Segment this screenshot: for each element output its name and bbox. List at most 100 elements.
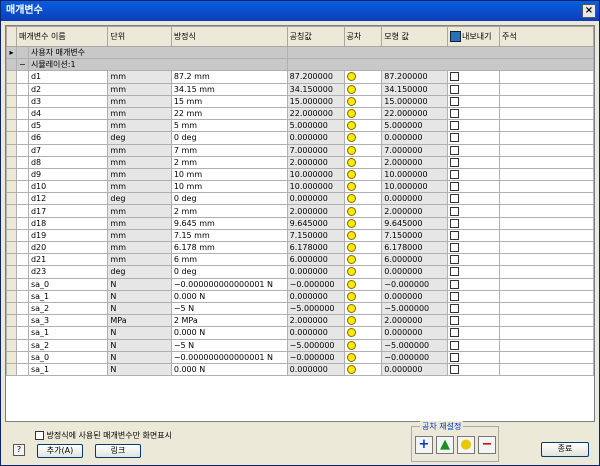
param-tolerance[interactable] [343, 326, 383, 340]
row-selector[interactable] [6, 143, 17, 157]
median-tolerance-icon[interactable]: ▲ [436, 436, 454, 454]
table-row[interactable]: d8 mm 2 mm 2.000000 2.000000 [6, 155, 594, 169]
param-tolerance[interactable] [343, 314, 383, 328]
param-name[interactable]: d3 [27, 94, 109, 108]
table-row[interactable]: d23 deg 0 deg 0.000000 0.000000 [6, 265, 594, 279]
row-selector[interactable] [6, 131, 17, 145]
param-equation[interactable]: 15 mm [170, 94, 288, 108]
param-comment[interactable] [498, 204, 594, 218]
param-name[interactable]: sa_1 [27, 362, 109, 377]
row-selector[interactable] [6, 301, 17, 316]
table-row[interactable]: d5 mm 5 mm 5.000000 5.000000 [6, 119, 594, 133]
param-export[interactable] [447, 119, 500, 133]
tolerance-indicator-icon[interactable] [346, 157, 356, 167]
export-checkbox[interactable] [450, 267, 460, 277]
param-comment[interactable] [498, 314, 594, 328]
param-name[interactable]: d4 [27, 106, 109, 121]
param-tolerance[interactable] [343, 338, 383, 352]
param-export[interactable] [447, 94, 500, 108]
param-tolerance[interactable] [343, 82, 383, 96]
tolerance-indicator-icon[interactable] [346, 182, 356, 192]
param-export[interactable] [447, 338, 500, 352]
export-checkbox[interactable] [450, 316, 460, 326]
param-comment[interactable] [498, 131, 594, 145]
param-tolerance[interactable] [343, 167, 383, 182]
param-tolerance[interactable] [343, 131, 383, 145]
tolerance-indicator-icon[interactable] [346, 340, 356, 350]
row-selector[interactable] [6, 289, 17, 303]
export-checkbox[interactable] [450, 157, 460, 167]
export-checkbox[interactable] [450, 243, 460, 253]
param-comment[interactable] [498, 155, 594, 169]
tolerance-indicator-icon[interactable] [346, 267, 356, 277]
table-row[interactable]: d21 mm 6 mm 6.000000 6.000000 [6, 253, 594, 267]
param-tolerance[interactable] [343, 119, 383, 133]
param-name[interactable]: d19 [27, 228, 109, 243]
tolerance-indicator-icon[interactable] [346, 169, 356, 179]
export-checkbox[interactable] [450, 145, 460, 155]
param-tolerance[interactable] [343, 94, 383, 108]
param-export[interactable] [447, 289, 500, 303]
row-selector[interactable] [6, 82, 17, 96]
param-equation[interactable]: 0 deg [170, 265, 288, 279]
param-name[interactable]: d9 [27, 167, 109, 182]
param-equation[interactable]: −5 N [170, 338, 288, 352]
param-equation[interactable]: 2 mm [170, 155, 288, 169]
table-row[interactable]: d18 mm 9.645 mm 9.645000 9.645000 [6, 216, 594, 230]
lower-tolerance-icon[interactable]: − [478, 436, 496, 454]
param-name[interactable]: d6 [27, 131, 109, 145]
tolerance-indicator-icon[interactable] [346, 316, 356, 326]
param-equation[interactable]: 0 deg [170, 192, 288, 206]
table-row[interactable]: d10 mm 10 mm 10.000000 10.000000 [6, 180, 594, 194]
param-name[interactable]: d7 [27, 143, 109, 157]
export-checkbox[interactable] [450, 352, 460, 362]
param-name[interactable]: d21 [27, 253, 109, 267]
param-tolerance[interactable] [343, 350, 383, 364]
export-checkbox[interactable] [450, 328, 460, 338]
row-selector[interactable] [6, 192, 17, 206]
tolerance-indicator-icon[interactable] [346, 109, 356, 119]
export-checkbox[interactable] [450, 96, 460, 106]
param-tolerance[interactable] [343, 180, 383, 194]
param-comment[interactable] [498, 180, 594, 194]
link-button[interactable]: 링크 [95, 444, 141, 458]
param-comment[interactable] [498, 228, 594, 243]
table-row[interactable]: d9 mm 10 mm 10.000000 10.000000 [6, 167, 594, 182]
param-tolerance[interactable] [343, 277, 383, 291]
row-selector[interactable] [6, 167, 17, 182]
row-selector[interactable] [6, 119, 17, 133]
param-comment[interactable] [498, 338, 594, 352]
table-row[interactable]: d12 deg 0 deg 0.000000 0.000000 [6, 192, 594, 206]
tolerance-indicator-icon[interactable] [346, 194, 356, 204]
param-tolerance[interactable] [343, 143, 383, 157]
row-selector[interactable] [6, 338, 17, 352]
close-icon[interactable]: × [582, 4, 596, 18]
param-name[interactable]: d1 [27, 70, 109, 84]
row-selector[interactable] [6, 106, 17, 121]
table-row[interactable]: d1 mm 87.2 mm 87.200000 87.200000 [6, 70, 594, 84]
table-row[interactable]: sa_2 N −5 N −5.000000 −5.000000 [6, 338, 594, 352]
tolerance-indicator-icon[interactable] [346, 304, 356, 314]
param-tolerance[interactable] [343, 301, 383, 316]
param-comment[interactable] [498, 143, 594, 157]
tolerance-indicator-icon[interactable] [346, 243, 356, 253]
export-checkbox[interactable] [450, 291, 460, 301]
param-comment[interactable] [498, 362, 594, 377]
export-checkbox[interactable] [450, 182, 460, 192]
param-equation[interactable]: 0.000 N [170, 326, 288, 340]
param-name[interactable]: d17 [27, 204, 109, 218]
param-tolerance[interactable] [343, 265, 383, 279]
param-export[interactable] [447, 70, 500, 84]
row-selector[interactable] [6, 70, 17, 84]
export-checkbox[interactable] [450, 364, 460, 374]
table-row[interactable]: d4 mm 22 mm 22.000000 22.000000 [6, 106, 594, 121]
nominal-tolerance-icon[interactable]: ● [457, 436, 475, 454]
param-comment[interactable] [498, 289, 594, 303]
param-export[interactable] [447, 362, 500, 377]
param-name[interactable]: sa_0 [27, 350, 109, 364]
param-comment[interactable] [498, 277, 594, 291]
header-tolerance[interactable]: 공차 [343, 26, 383, 47]
param-tolerance[interactable] [343, 253, 383, 267]
param-name[interactable]: sa_2 [27, 338, 109, 352]
row-selector[interactable] [6, 362, 17, 377]
